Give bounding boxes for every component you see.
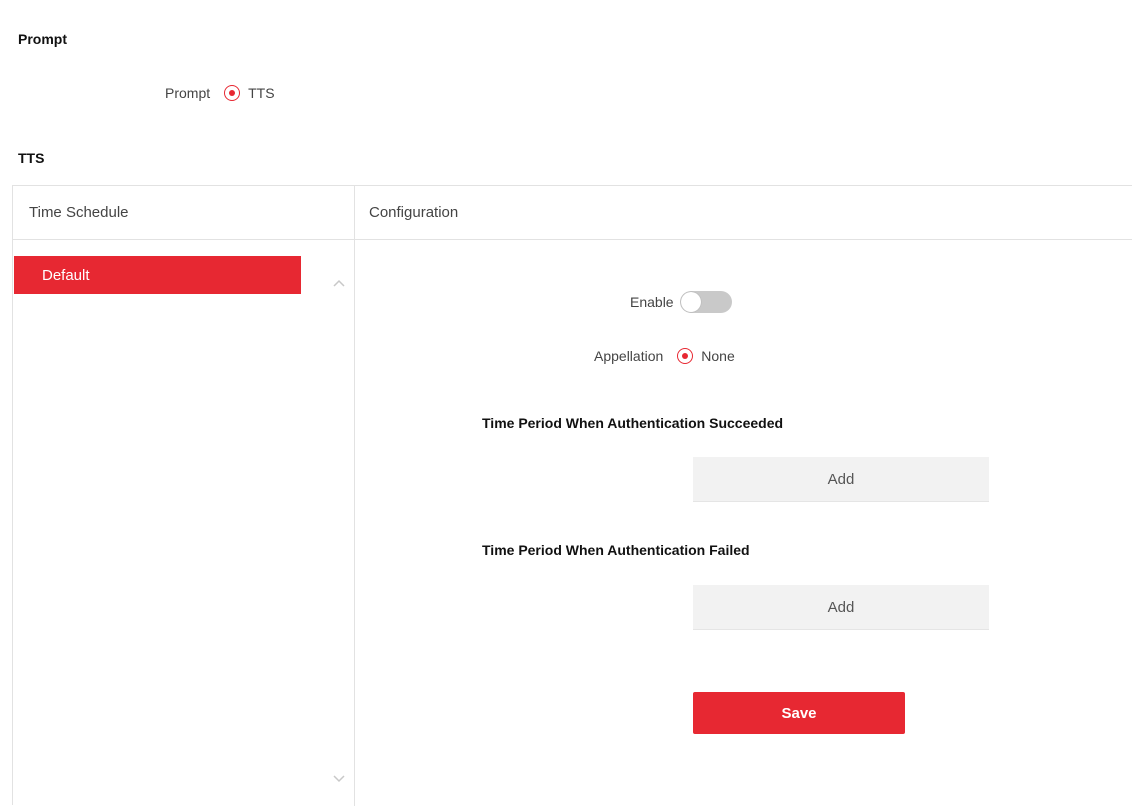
tts-radio-label[interactable]: TTS — [248, 85, 274, 101]
prompt-field: Prompt TTS — [165, 85, 275, 101]
appellation-none-label[interactable]: None — [701, 348, 734, 364]
toggle-knob — [680, 292, 701, 312]
save-button[interactable]: Save — [693, 692, 905, 734]
enable-label: Enable — [630, 294, 674, 310]
tts-panel: Time Schedule Default Configuration Enab… — [12, 185, 1132, 806]
failed-period-title: Time Period When Authentication Failed — [482, 542, 750, 558]
chevron-up-icon[interactable] — [331, 276, 347, 290]
configuration-panel: Configuration Enable Appellation None Ti… — [355, 186, 1132, 806]
tts-radio-icon[interactable] — [224, 85, 241, 101]
appellation-row: Appellation None — [594, 348, 735, 364]
appellation-label: Appellation — [594, 348, 664, 364]
enable-toggle[interactable] — [679, 291, 732, 313]
time-schedule-panel: Time Schedule Default — [13, 186, 355, 806]
time-schedule-header: Time Schedule — [13, 186, 354, 240]
enable-row: Enable — [630, 291, 732, 313]
success-period-title: Time Period When Authentication Succeede… — [482, 415, 784, 431]
tts-section-title: TTS — [18, 150, 45, 166]
prompt-field-label: Prompt — [165, 85, 211, 101]
add-success-period-button[interactable]: Add — [693, 457, 989, 502]
chevron-down-icon[interactable] — [331, 772, 347, 786]
configuration-header: Configuration — [355, 186, 1132, 240]
prompt-section-title: Prompt — [18, 31, 67, 47]
add-failed-period-button[interactable]: Add — [693, 585, 989, 630]
schedule-item-default[interactable]: Default — [14, 256, 301, 294]
appellation-none-radio-icon[interactable] — [677, 348, 694, 364]
